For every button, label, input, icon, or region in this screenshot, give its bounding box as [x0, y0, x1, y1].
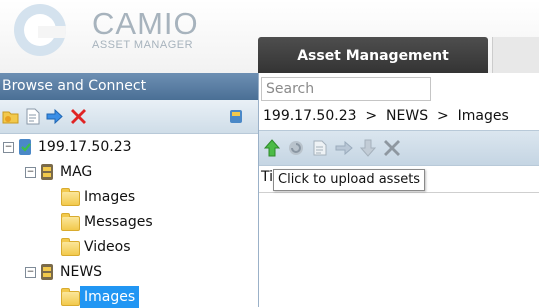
breadcrumb: 199.17.50.23 > NEWS > Images	[263, 108, 509, 124]
camio-logo-icon	[14, 4, 66, 56]
brand-subtitle: ASSET MANAGER	[92, 39, 194, 51]
node-label: Images	[84, 189, 136, 205]
browse-panel: Browse and Connect − 199.17.50.23 − MAG …	[0, 73, 259, 308]
delete-icon[interactable]	[70, 108, 87, 125]
upload-tooltip: Click to upload assets	[273, 169, 426, 191]
tree-node-server[interactable]: − 199.17.50.23	[0, 136, 250, 158]
repository-icon	[41, 264, 53, 280]
arrow-right-icon[interactable]	[46, 108, 63, 125]
browse-panel-title: Browse and Connect	[0, 73, 258, 100]
folder-icon	[61, 238, 80, 256]
tree-node-news[interactable]: − NEWS	[0, 261, 250, 283]
asset-toolbar	[259, 130, 539, 166]
server-label: 199.17.50.23	[38, 139, 132, 155]
upload-arrow-icon[interactable]	[263, 139, 281, 157]
collapse-toggle[interactable]: −	[3, 142, 14, 153]
asset-panel: Search 199.17.50.23 > NEWS > Images Ti C…	[259, 73, 539, 307]
tree-node-mag-images[interactable]: Images	[0, 186, 250, 208]
title-column-header[interactable]: Ti	[261, 169, 273, 185]
node-label: Messages	[84, 214, 153, 230]
folder-icon[interactable]	[2, 108, 19, 125]
tab-asset-management[interactable]: Asset Management	[258, 37, 488, 73]
node-label: NEWS	[60, 264, 103, 280]
brand-name: CAMIO	[92, 6, 199, 41]
node-label: MAG	[60, 164, 93, 180]
tree-node-mag[interactable]: − MAG	[0, 161, 250, 183]
download-arrow-icon[interactable]	[359, 139, 377, 157]
selected-node-label: Images	[80, 286, 140, 308]
tree-node-mag-videos[interactable]: Videos	[0, 236, 250, 258]
search-input[interactable]: Search	[261, 77, 431, 101]
node-label: Videos	[84, 239, 131, 255]
collapse-toggle[interactable]: −	[25, 167, 36, 178]
server-icon	[19, 139, 31, 155]
tree-node-mag-messages[interactable]: Messages	[0, 211, 250, 233]
folder-icon	[61, 188, 80, 206]
delete-icon[interactable]	[383, 139, 401, 157]
document-icon[interactable]	[24, 108, 41, 125]
repository-icon	[41, 164, 53, 180]
tab-strip-filler	[492, 37, 539, 73]
tree-node-news-images[interactable]: Images	[0, 286, 250, 308]
app-header: CAMIO ASSET MANAGER Asset Management	[0, 0, 539, 74]
folder-icon	[61, 288, 80, 306]
refresh-icon[interactable]	[287, 139, 305, 157]
database-icon[interactable]	[228, 108, 245, 125]
copy-icon[interactable]	[311, 139, 329, 157]
move-arrow-icon[interactable]	[335, 139, 353, 157]
collapse-toggle[interactable]: −	[25, 267, 36, 278]
browse-toolbar	[0, 100, 258, 134]
folder-icon	[61, 213, 80, 231]
